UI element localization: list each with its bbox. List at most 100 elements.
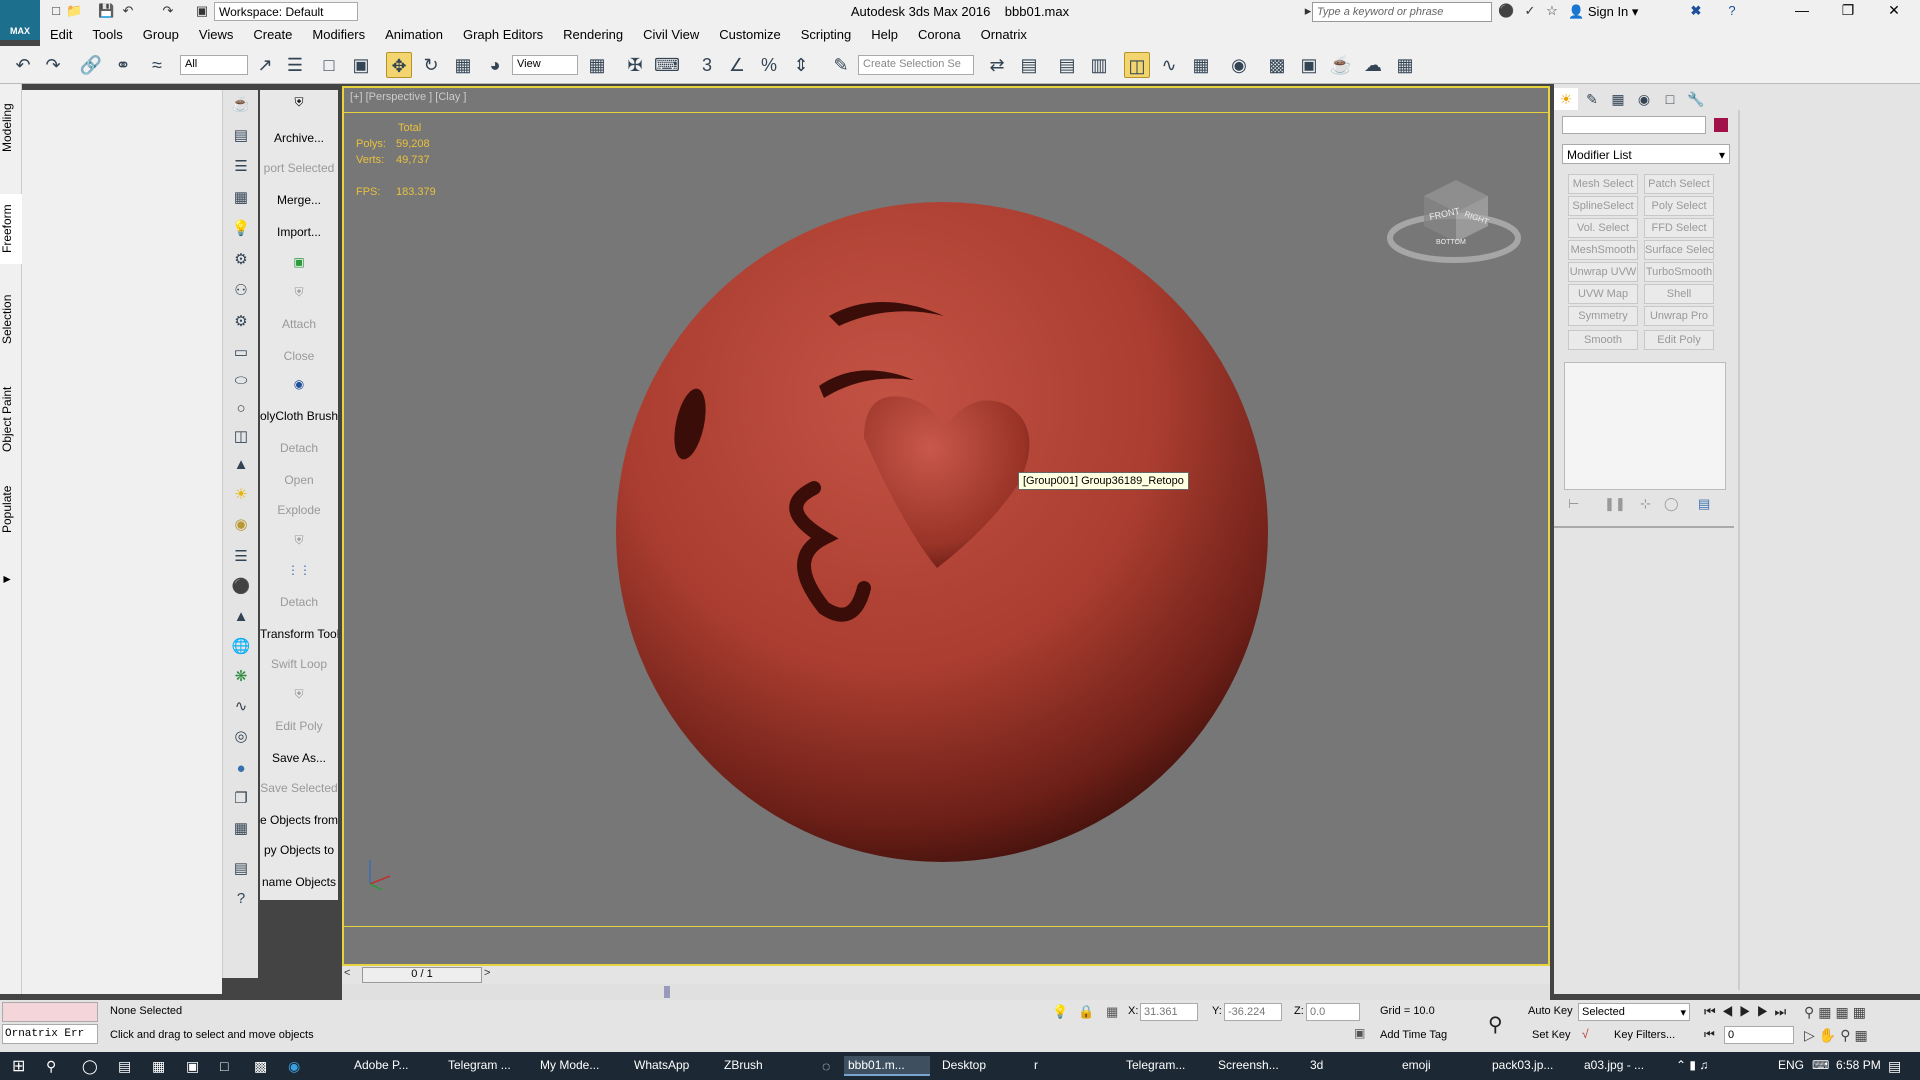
copy-objects-to-button[interactable]: py Objects to: [260, 838, 338, 862]
globe-icon[interactable]: 🌐: [230, 636, 252, 658]
bind-space-warp-icon[interactable]: ≈: [144, 52, 170, 78]
absolute-mode-icon[interactable]: ▦: [1106, 1004, 1118, 1020]
help-icon[interactable]: ?: [1724, 3, 1740, 21]
archive-button[interactable]: Archive...: [260, 126, 338, 150]
image-icon[interactable]: ▣: [260, 250, 338, 274]
menu-item[interactable]: Views: [189, 24, 243, 45]
taskbar-item[interactable]: ZBrush: [720, 1056, 790, 1076]
list-icon[interactable]: ☰: [230, 156, 252, 178]
fur-icon[interactable]: ◎: [230, 726, 252, 748]
add-time-tag[interactable]: Add Time Tag: [1376, 1026, 1451, 1046]
pin-stack-icon[interactable]: ⊢: [1568, 496, 1579, 512]
copy-icon[interactable]: ❐: [230, 788, 252, 810]
menu-item[interactable]: Civil View: [633, 24, 709, 45]
graphite-ribbon-icon[interactable]: ◫: [1124, 52, 1150, 78]
angle-snap-icon[interactable]: ∠: [724, 52, 750, 78]
viewcube-bottom-label[interactable]: BOTTOM: [1436, 239, 1466, 246]
edit-poly-button[interactable]: Edit Poly: [1644, 330, 1714, 350]
save-selected-button[interactable]: Save Selected: [260, 776, 338, 800]
taskbar-item[interactable]: emoji: [1398, 1056, 1482, 1076]
menu-item[interactable]: Ornatrix: [971, 24, 1037, 45]
configure-sets-icon[interactable]: ▤: [1698, 496, 1710, 512]
time-tag-icon[interactable]: ▣: [1354, 1026, 1365, 1040]
taskbar-item[interactable]: a03.jpg - ...: [1580, 1056, 1664, 1076]
y-coord-field[interactable]: -36.224: [1224, 1003, 1282, 1021]
create-tab-icon[interactable]: ☀: [1554, 88, 1578, 110]
vol-select-button[interactable]: Vol. Select: [1568, 218, 1638, 238]
named-selection-sets-dropdown[interactable]: Create Selection Se: [858, 55, 974, 75]
next-frame-icon[interactable]: >: [484, 967, 490, 979]
modify-tab-icon[interactable]: ✎: [1580, 88, 1604, 110]
show-end-result-icon[interactable]: ❚❚: [1604, 496, 1626, 512]
viewport-nav-controls[interactable]: ⚲▦▦▦: [1804, 1004, 1870, 1021]
remove-modifier-icon[interactable]: ◯: [1664, 496, 1679, 512]
taskbar-item[interactable]: r: [1030, 1056, 1114, 1076]
qr-icon[interactable]: ◉: [260, 372, 338, 396]
undo-icon[interactable]: ↶: [10, 52, 36, 78]
redo-icon[interactable]: ↷: [160, 3, 176, 21]
select-and-move-icon[interactable]: ✥: [386, 52, 412, 78]
disc-icon[interactable]: ◉: [230, 514, 252, 536]
keyboard-shortcut-override-icon[interactable]: ⌨: [654, 52, 680, 78]
utilities-tab-icon[interactable]: 🔧: [1684, 88, 1708, 110]
export-icon[interactable]: ▤: [230, 125, 252, 147]
select-object-icon[interactable]: ↗: [252, 52, 278, 78]
taskbar-item[interactable]: 3d: [1306, 1056, 1390, 1076]
tab-freeform[interactable]: Freeform: [0, 194, 22, 264]
perspective-viewport[interactable]: [+] [Perspective ] [Clay ] Total Polys: 5…: [342, 86, 1550, 966]
x-coord-field[interactable]: 31.361: [1140, 1003, 1198, 1021]
transform-tool-button[interactable]: Transform Tool: [260, 622, 338, 646]
notifications-icon[interactable]: ▤: [1884, 1056, 1905, 1076]
export-selected-button[interactable]: port Selected: [260, 156, 338, 180]
tray-icons[interactable]: ⌃ ▮ ♫: [1672, 1056, 1712, 1076]
z-coord-field[interactable]: 0.0: [1306, 1003, 1360, 1021]
calculator-icon[interactable]: ▦: [148, 1056, 169, 1076]
hierarchy-tab-icon[interactable]: ▦: [1606, 88, 1630, 110]
emoji-kiss-model[interactable]: [344, 88, 1548, 964]
brush-icon[interactable]: ⚇: [230, 280, 252, 302]
redo-icon[interactable]: ↷: [40, 52, 66, 78]
key-filters-button[interactable]: Key Filters...: [1610, 1026, 1679, 1046]
cylinder-icon[interactable]: ◫: [230, 426, 252, 448]
key-mode-dropdown[interactable]: Selected ▾: [1578, 1003, 1690, 1021]
sign-in-button[interactable]: 👤 Sign In ▾: [1568, 4, 1638, 20]
unwrap-uvw-button[interactable]: Unwrap UVW: [1568, 262, 1638, 282]
close-button[interactable]: Close: [260, 344, 338, 368]
help-icon[interactable]: ?: [230, 888, 252, 910]
schematic-view-icon[interactable]: ▦: [1188, 52, 1214, 78]
spinner-snap-icon[interactable]: ⇕: [788, 52, 814, 78]
isolate-selection-icon[interactable]: 💡: [1052, 1004, 1068, 1020]
menu-item[interactable]: Group: [133, 24, 189, 45]
layer-explorer-icon[interactable]: ▥: [1086, 52, 1112, 78]
symmetry-button[interactable]: Symmetry: [1568, 306, 1638, 326]
manipulate-icon[interactable]: ✠: [622, 52, 648, 78]
menu-item[interactable]: Edit: [40, 24, 82, 45]
modifier-stack[interactable]: [1564, 362, 1726, 490]
skype-icon[interactable]: ◉: [284, 1056, 304, 1076]
menu-item[interactable]: Corona: [908, 24, 971, 45]
sphere-icon[interactable]: ○: [230, 398, 252, 420]
surface-select-button[interactable]: Surface Select: [1644, 240, 1714, 260]
object-name-field[interactable]: [1562, 116, 1706, 134]
tab-selection[interactable]: Selection: [0, 284, 22, 354]
save-icon[interactable]: 💾: [98, 3, 114, 21]
selection-filter-dropdown[interactable]: All: [180, 55, 248, 75]
taskbar-item-active[interactable]: bbb01.m...: [844, 1056, 930, 1076]
store-icon[interactable]: ▣: [182, 1056, 203, 1076]
taskbar-item[interactable]: WhatsApp: [630, 1056, 710, 1076]
app-icon[interactable]: ◌: [818, 1056, 834, 1076]
move-objects-from-button[interactable]: e Objects from: [260, 808, 338, 832]
mirror-icon[interactable]: ⇄: [984, 52, 1010, 78]
workspace-dropdown[interactable]: Workspace: Default: [214, 2, 358, 21]
time-slider[interactable]: < 0 / 1 >: [342, 966, 1550, 984]
ellipse-icon[interactable]: ⬭: [230, 370, 252, 392]
rename-icon[interactable]: ▦: [230, 818, 252, 840]
unlink-icon[interactable]: ⚭: [110, 52, 136, 78]
binoculars-icon[interactable]: ⚫: [1498, 3, 1514, 21]
render-setup-icon[interactable]: ▩: [1264, 52, 1290, 78]
taskbar-item[interactable]: My Mode...: [536, 1056, 620, 1076]
auto-key-button[interactable]: Auto Key: [1524, 1002, 1577, 1022]
undo-icon[interactable]: ↶: [120, 3, 136, 21]
app-logo[interactable]: MAX: [0, 0, 40, 40]
tab-object-paint[interactable]: Object Paint: [0, 374, 22, 464]
